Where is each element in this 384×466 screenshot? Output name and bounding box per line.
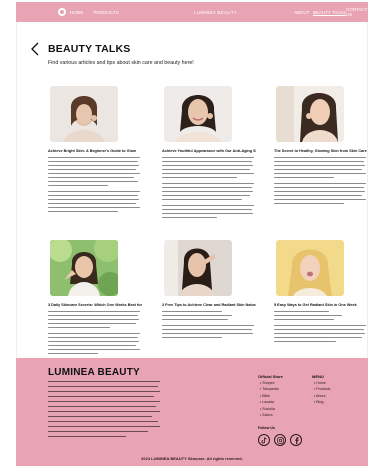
article-card[interactable]: 3 Free Tips to Achieve Clear and Radiant… (162, 240, 256, 341)
footer-brand: LUMINEA BEAUTY (48, 367, 140, 378)
article-title[interactable]: Achieve Youthful Appearance with Our Ant… (162, 149, 256, 154)
article-image[interactable] (50, 86, 118, 142)
facebook-icon[interactable] (290, 434, 302, 446)
tiktok-icon[interactable] (258, 434, 270, 446)
instagram-icon[interactable] (274, 434, 286, 446)
nav-about-link[interactable]: ABOUT (294, 10, 310, 15)
footer-menu-link[interactable]: • Products (314, 386, 330, 392)
copyright-text: 2024 LUMINEA BEAUTY Skincare. All rights… (141, 456, 243, 461)
article-image[interactable] (276, 240, 344, 296)
article-title[interactable]: 5 Easy Ways to Get Radiant Skin in One W… (274, 303, 368, 308)
article-image[interactable] (50, 240, 118, 296)
store-link[interactable]: • Zalora (260, 412, 279, 418)
nav-home-link[interactable]: HOME (70, 10, 84, 15)
article-excerpt (48, 311, 142, 355)
footer-description (48, 381, 160, 441)
article-excerpt (162, 157, 256, 219)
article-card[interactable]: The Secret to Healthy, Glowing Skin from… (274, 86, 368, 207)
footer-office-heading: Official Store (258, 374, 283, 379)
article-excerpt (274, 311, 368, 343)
article-title[interactable]: Achieve Bright Skin: A Beginner's Guide … (48, 149, 142, 154)
nav-contact-link[interactable]: CONTACT US (346, 7, 368, 17)
follow-us-label: Follow Us (258, 426, 275, 430)
article-image[interactable] (164, 240, 232, 296)
nav-products-link[interactable]: PRODUCTS (94, 10, 119, 15)
article-card[interactable]: Achieve Youthful Appearance with Our Ant… (162, 86, 256, 221)
article-excerpt (162, 311, 256, 339)
article-card[interactable]: 5 Easy Ways to Get Radiant Skin in One W… (274, 240, 368, 345)
article-card[interactable]: Achieve Bright Skin: A Beginner's Guide … (48, 86, 142, 215)
page-title: BEAUTY TALKS (48, 43, 131, 55)
back-arrow-icon[interactable] (30, 42, 40, 56)
footer-menu-link[interactable]: • Blog (314, 399, 330, 405)
page-subtitle: Find various articles and tips about ski… (48, 60, 194, 66)
article-title[interactable]: 3 Daily Skincare Secrets: Which One Work… (48, 303, 142, 308)
footer-menu-list: • Home • Products • About • Blog (314, 380, 330, 406)
article-excerpt (274, 157, 368, 205)
article-image[interactable] (164, 86, 232, 142)
article-excerpt (48, 157, 142, 213)
article-title[interactable]: The Secret to Healthy, Glowing Skin from… (274, 149, 368, 154)
footer-menu-heading: MENU (312, 374, 324, 379)
article-image[interactable] (276, 86, 344, 142)
article-title[interactable]: 3 Free Tips to Achieve Clear and Radiant… (162, 303, 256, 308)
article-card[interactable]: 3 Daily Skincare Secrets: Which One Work… (48, 240, 142, 357)
footer-office-list: • Shopee • Tokopedia • Blibli • Lazada •… (260, 380, 279, 418)
logo-icon[interactable] (58, 8, 66, 16)
top-navbar: HOME PRODUCTS LUMINEA BEAUTY ABOUT BEAUT… (16, 2, 368, 22)
store-link[interactable]: • Tokopedia (260, 386, 279, 392)
brand-name: LUMINEA BEAUTY (194, 9, 238, 15)
nav-beauty-talks-link[interactable]: BEAUTY TALKS (313, 10, 346, 15)
